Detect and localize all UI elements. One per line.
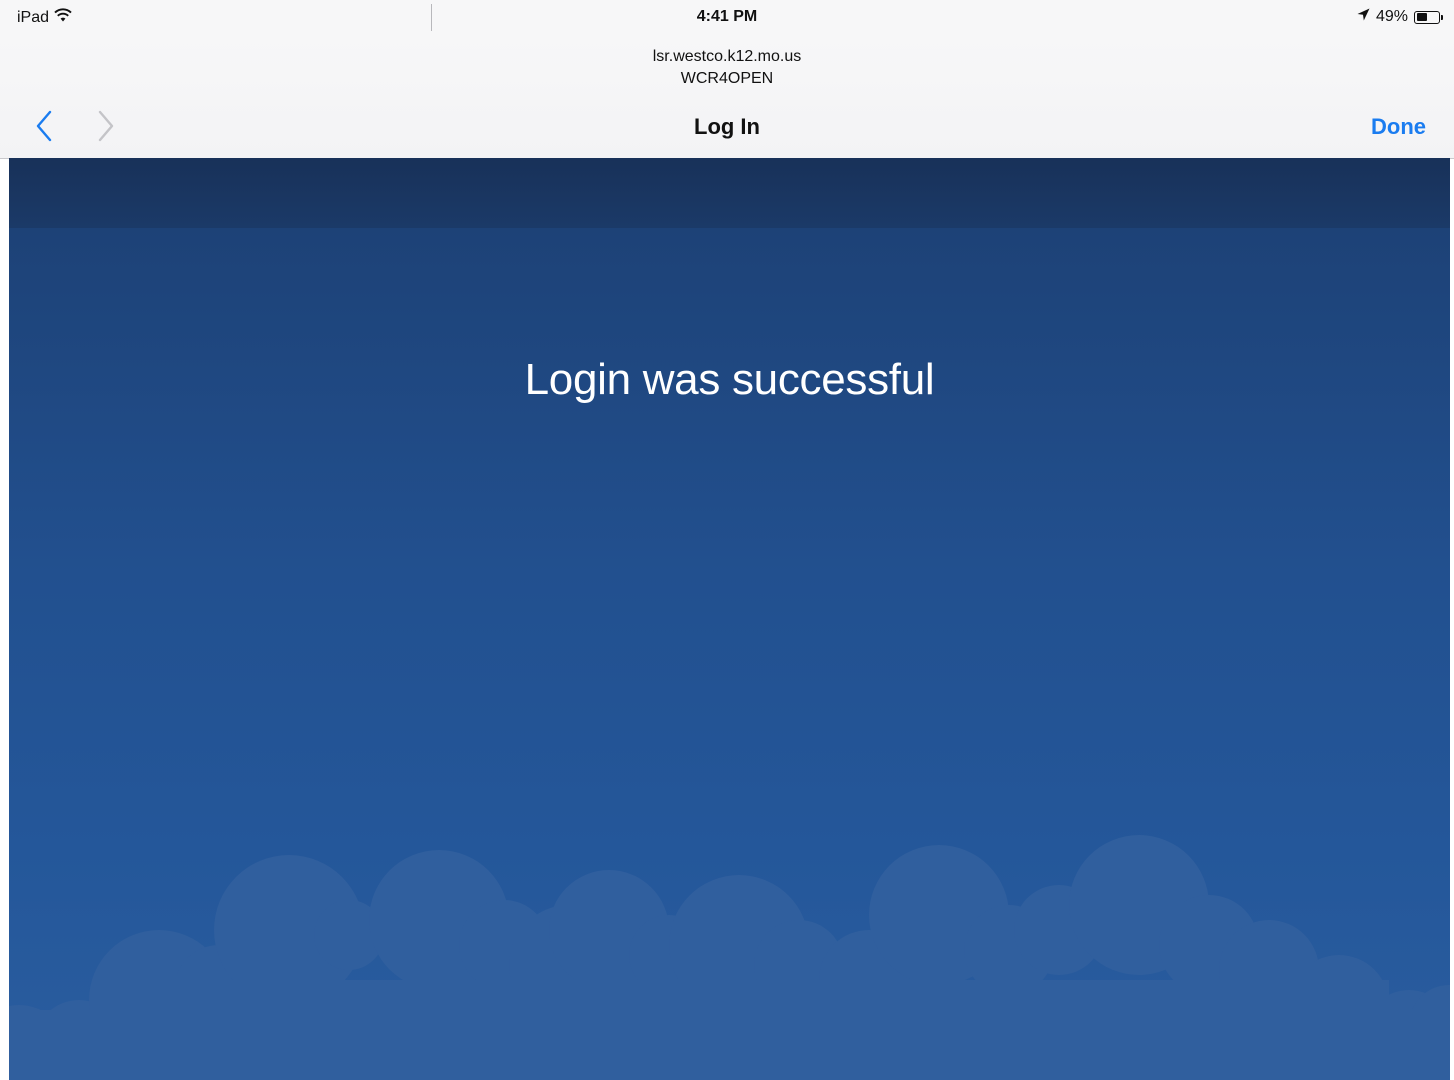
page-title: Log In [694, 114, 760, 139]
page-top-band [9, 158, 1450, 228]
battery-icon [1414, 10, 1443, 24]
status-bar: iPad 4:41 PM 49% [0, 0, 1454, 36]
done-button[interactable]: Done [1371, 114, 1426, 140]
status-time: 4:41 PM [696, 8, 758, 25]
clouds-illustration [9, 835, 1450, 1080]
location-arrow-icon [1357, 8, 1370, 26]
web-content: Login was successful [9, 158, 1450, 1080]
battery-percent: 49% [1375, 8, 1408, 25]
battery-level [1416, 13, 1427, 21]
portal-host: lsr.westco.k12.mo.us [652, 48, 802, 65]
status-right: 49% [1357, 8, 1443, 26]
captive-portal-window: iPad 4:41 PM 49% lsr.westco.k12.mo.us WC… [0, 0, 1454, 1080]
portal-header: lsr.westco.k12.mo.us WCR4OPEN Log In Don… [0, 36, 1454, 159]
success-message: Login was successful [524, 355, 935, 404]
network-name: WCR4OPEN [680, 70, 774, 87]
